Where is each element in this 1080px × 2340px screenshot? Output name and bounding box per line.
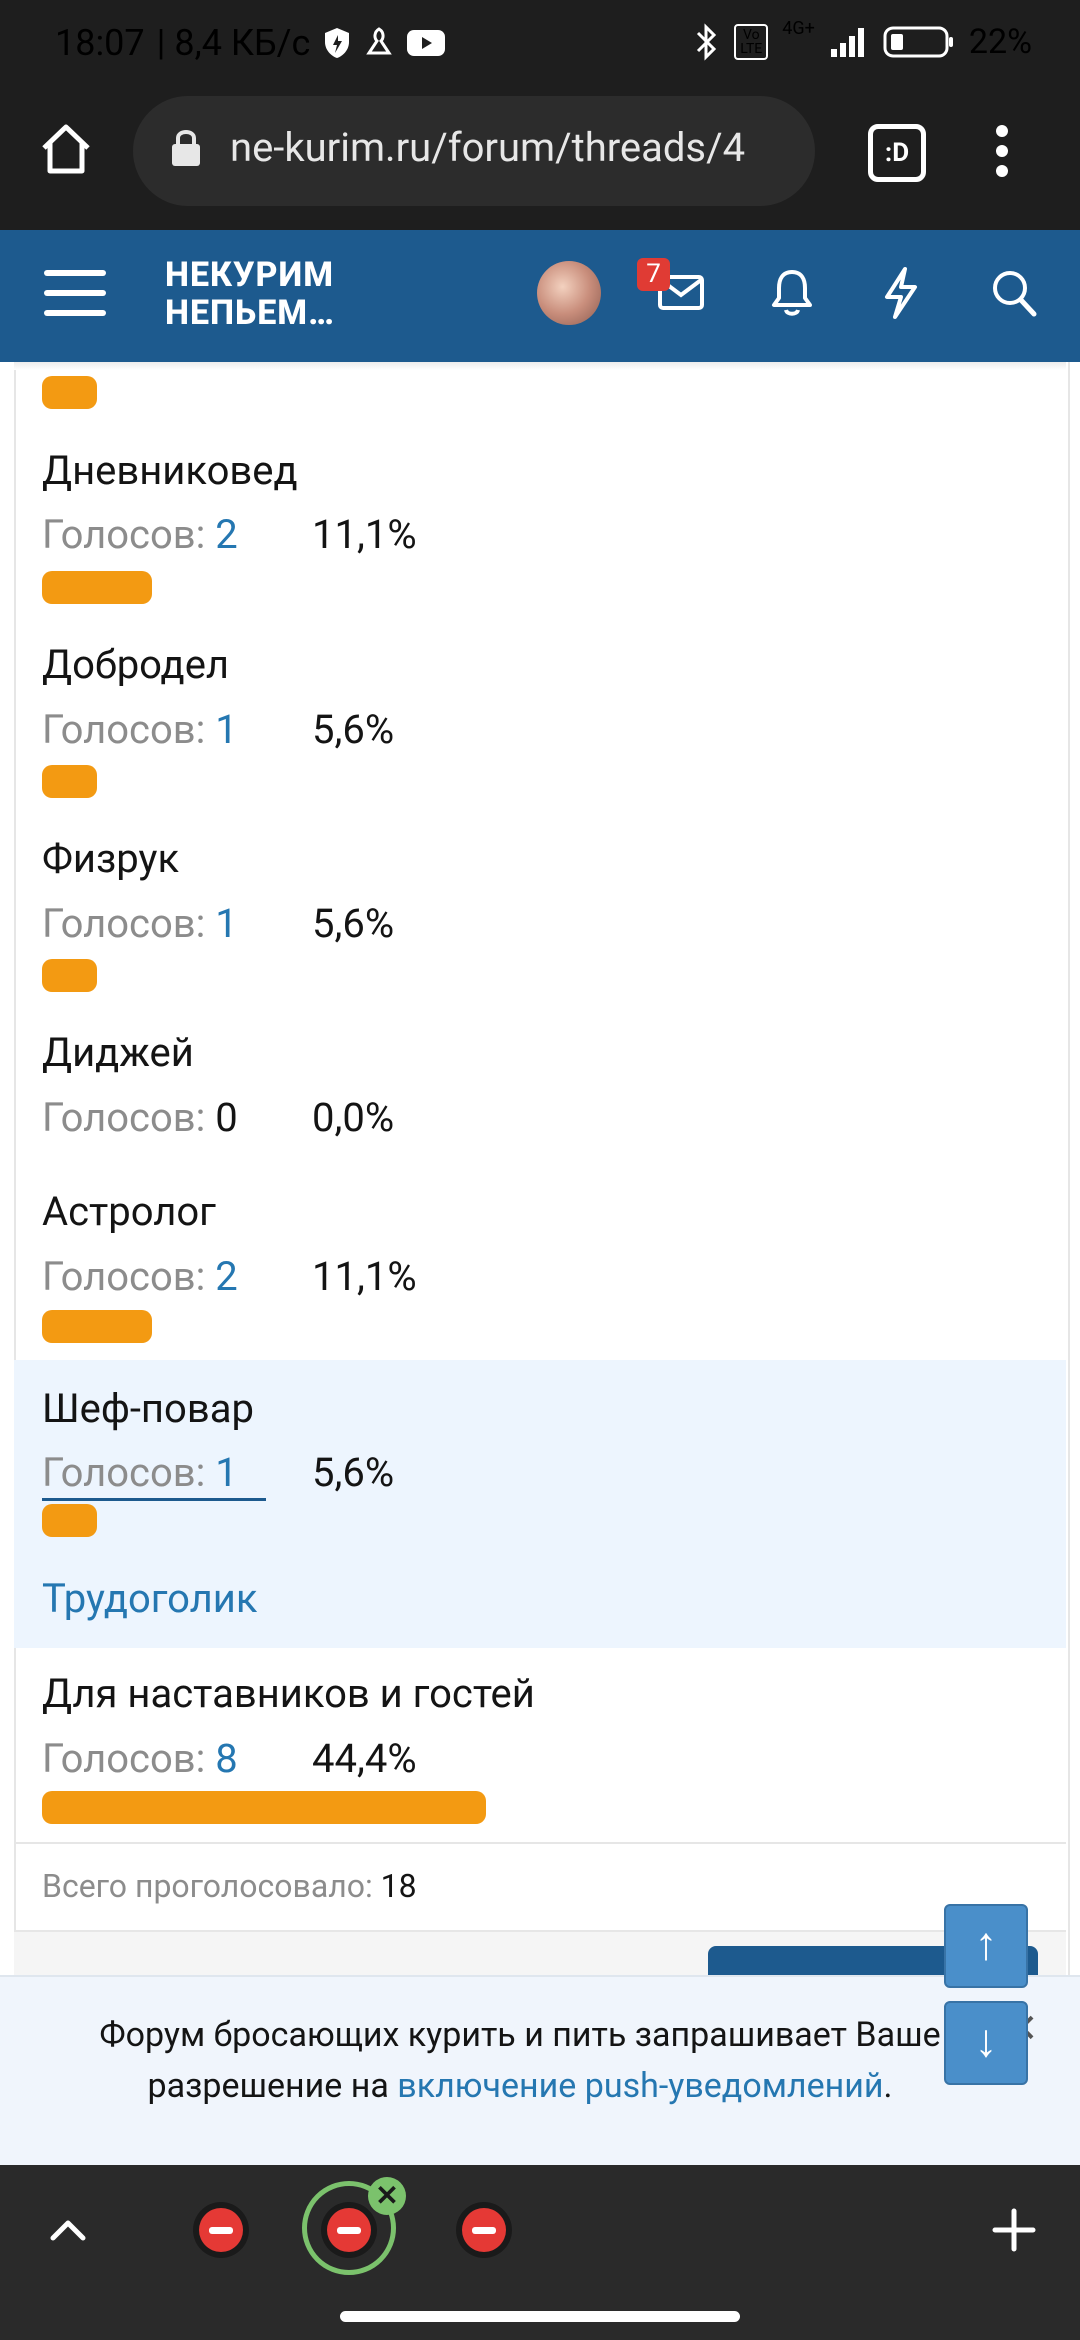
push-notice-text-after: .	[883, 2066, 893, 2106]
status-time: 18:07	[55, 22, 145, 64]
search-icon[interactable]	[990, 268, 1038, 318]
tab-icon[interactable]	[193, 2202, 249, 2258]
poll-option-votes[interactable]: Голосов: 2	[42, 1253, 238, 1300]
vote-bar	[42, 1504, 97, 1537]
push-notice-text: Форум бросающих курить и пить запрашивае…	[60, 2010, 980, 2112]
enable-push-link[interactable]: включение push-уведомлений	[397, 2066, 883, 2106]
votes-label: Голосов:	[42, 900, 206, 947]
vote-bar	[42, 571, 152, 604]
vote-bar	[42, 765, 97, 798]
more-menu-icon[interactable]	[990, 124, 1014, 178]
signal-icon	[830, 28, 864, 57]
votes-count[interactable]: 1	[215, 706, 237, 753]
tab-icon[interactable]	[456, 2202, 512, 2258]
poll-option-percent: 5,6%	[312, 1449, 395, 1496]
inbox-badge: 7	[637, 258, 670, 291]
votes-count: 0	[215, 1094, 238, 1141]
vote-bar	[42, 1310, 152, 1343]
plus-icon[interactable]	[992, 2208, 1036, 2252]
battery-icon	[883, 26, 953, 58]
votes-label: Голосов:	[42, 1735, 206, 1782]
status-speed: | 8,4 КБ/с	[156, 22, 311, 64]
votes-count[interactable]: 1	[215, 900, 237, 947]
poll-option-title: Астролог	[42, 1188, 216, 1235]
status-right: Vo LTE 4G+ 22%	[694, 18, 1032, 62]
scroll-down-button[interactable]: ↓	[944, 2001, 1028, 2085]
poll-option-votes[interactable]: Голосов: 1	[42, 706, 238, 753]
poll-option-votes-link[interactable]: Голосов: 1	[42, 1449, 266, 1501]
total-value: 18	[380, 1867, 417, 1905]
poll-option-percent: 11,1%	[312, 511, 417, 558]
battery-percent: 22%	[968, 22, 1032, 62]
votes-label: Голосов:	[42, 1449, 206, 1496]
votes-count[interactable]: 1	[215, 1449, 237, 1496]
youtube-icon	[407, 30, 446, 56]
poll-option-votes[interactable]: Голосов: 2	[42, 511, 238, 558]
network-type: 4G+	[782, 18, 815, 39]
volte-badge: Vo LTE	[734, 24, 769, 60]
poll-option-votes[interactable]: Голосов: 8	[42, 1735, 238, 1782]
votes-label: Голосов:	[42, 706, 206, 753]
total-label: Всего проголосовало:	[42, 1867, 373, 1905]
app-notification-icon	[366, 27, 393, 55]
tab-icon[interactable]	[321, 2202, 377, 2258]
poll-option-percent: 11,1%	[312, 1253, 417, 1300]
poll-option-percent: 0,0%	[312, 1094, 395, 1141]
poll-option-title: Дневниковед	[42, 447, 298, 494]
votes-count[interactable]: 2	[215, 511, 237, 558]
poll-option-title: Добродел	[42, 641, 230, 688]
bell-icon[interactable]	[770, 268, 814, 318]
poll-option-title: Физрук	[42, 835, 180, 882]
poll-option-votes[interactable]: Голосов: 1	[42, 900, 238, 947]
lock-icon[interactable]	[170, 127, 202, 167]
poll-option-votes: Голосов: 0	[42, 1094, 238, 1141]
shield-icon	[325, 28, 350, 58]
home-icon[interactable]	[38, 122, 94, 176]
divider	[14, 1842, 1066, 1844]
vote-bar	[42, 959, 97, 992]
scroll-up-button[interactable]: ↑	[944, 1904, 1028, 1988]
votes-count[interactable]: 2	[215, 1253, 237, 1300]
votes-label: Голосов:	[42, 511, 206, 558]
partial-top-divider	[14, 362, 1066, 370]
status-left: 18:07 | 8,4 КБ/с	[55, 22, 446, 64]
hamburger-menu-icon[interactable]	[44, 268, 106, 318]
poll-option-title: Диджей	[42, 1029, 194, 1076]
bluetooth-icon	[697, 23, 717, 61]
home-indicator	[340, 2311, 740, 2322]
site-logo[interactable]: НЕКУРИМ НЕПЬЕМ…	[165, 256, 335, 332]
chevron-up-icon[interactable]	[48, 2214, 88, 2244]
votes-label: Голосов:	[42, 1094, 206, 1141]
poll-option-percent: 44,4%	[312, 1735, 417, 1782]
poll-option-title: Шеф-повар	[42, 1385, 254, 1432]
url-text[interactable]: ne-kurim.ru/forum/threads/4	[230, 124, 800, 171]
total-voters: Всего проголосовало: 18	[42, 1867, 417, 1905]
poll-option-percent: 5,6%	[312, 706, 395, 753]
lightning-icon[interactable]	[882, 266, 920, 320]
logo-line-1: НЕКУРИМ	[165, 255, 334, 295]
vote-bar	[42, 376, 97, 409]
logo-line-2: НЕПЬЕМ…	[165, 293, 335, 333]
poll-option-percent: 5,6%	[312, 900, 395, 947]
poll-option-title: Для наставников и гостей	[42, 1670, 535, 1717]
vote-bar	[42, 1791, 486, 1824]
votes-label: Голосов:	[42, 1253, 206, 1300]
user-avatar[interactable]	[537, 261, 601, 325]
tab-switcher-button[interactable]: :D	[868, 124, 926, 182]
voter-link[interactable]: Трудоголик	[42, 1575, 258, 1622]
votes-count[interactable]: 8	[215, 1735, 237, 1782]
close-tab-icon[interactable]: ✕	[368, 2177, 406, 2215]
